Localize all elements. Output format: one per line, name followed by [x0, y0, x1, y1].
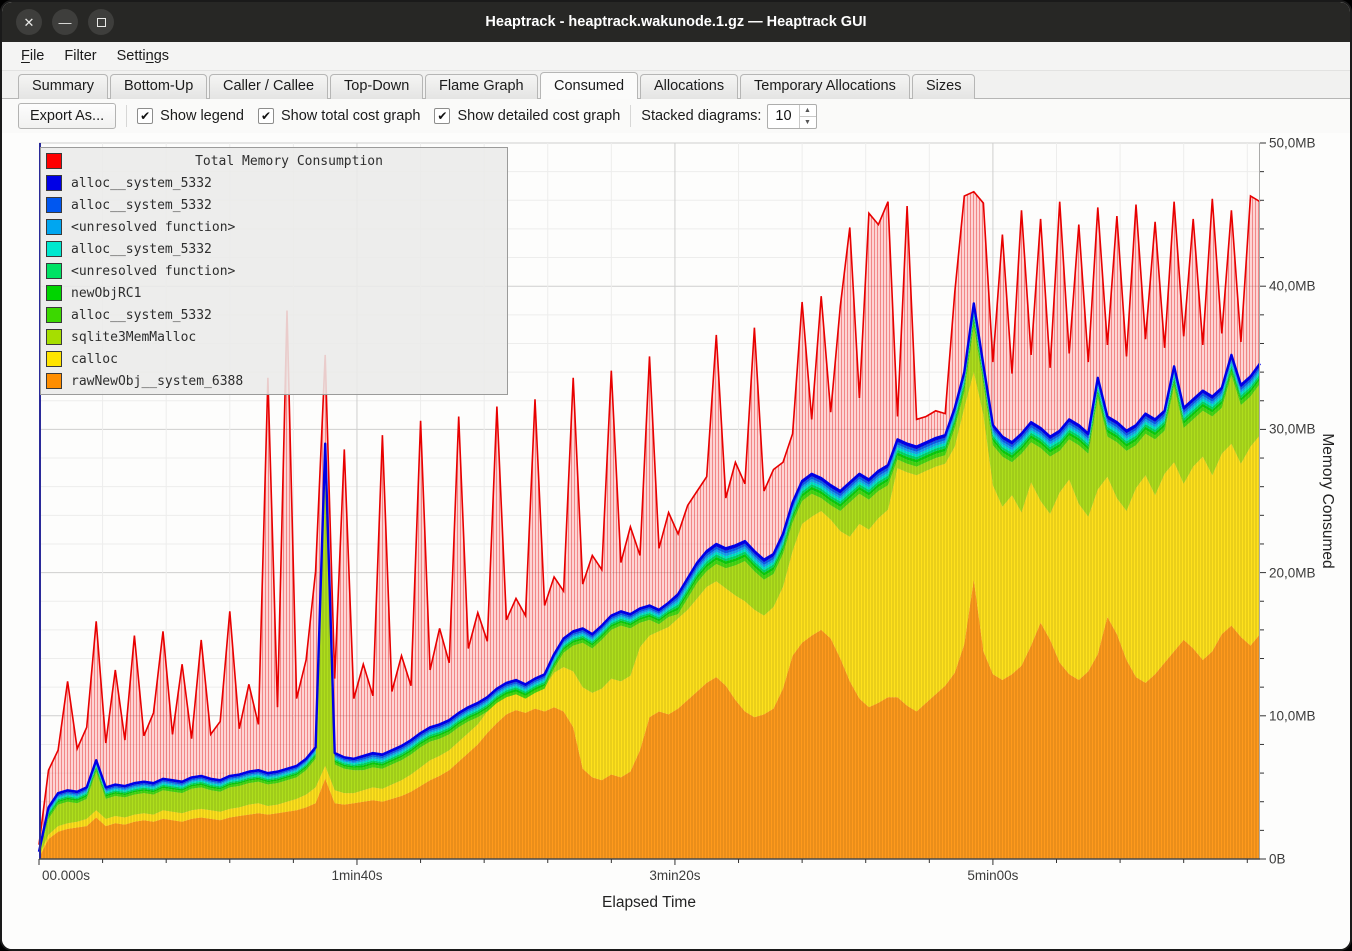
toolbar-separator — [630, 105, 631, 127]
spinner-arrows: ▲ ▼ — [799, 105, 816, 128]
title-bar: ✕ — Heaptrack - heaptrack.wakunode.1.gz … — [2, 2, 1350, 42]
x-axis-title: Elapsed Time — [602, 894, 696, 912]
x-tick-label: 00.000s — [42, 868, 90, 883]
legend-swatch — [46, 285, 62, 301]
legend-label: rawNewObj__system_6388 — [71, 374, 243, 389]
legend-item: newObjRC1 — [41, 282, 507, 304]
memory-consumption-chart: Total Memory Consumption alloc__system_53… — [2, 133, 1352, 951]
legend-swatch — [46, 153, 62, 169]
y-axis-title: Memory Consumed — [1318, 433, 1336, 568]
legend-item: <unresolved function> — [41, 260, 507, 282]
legend-title: Total Memory Consumption — [71, 154, 507, 169]
legend-swatch — [46, 241, 62, 257]
legend-label: newObjRC1 — [71, 286, 141, 301]
legend-item: alloc__system_5332 — [41, 194, 507, 216]
legend-swatch — [46, 219, 62, 235]
y-tick-label: 20,0MB — [1269, 565, 1316, 580]
tab-allocations[interactable]: Allocations — [640, 74, 738, 99]
stacked-diagrams-label: Stacked diagrams: — [641, 108, 761, 124]
legend-label: alloc__system_5332 — [71, 242, 212, 257]
spinner-down-icon[interactable]: ▼ — [800, 117, 816, 128]
minimize-icon[interactable]: — — [52, 9, 78, 35]
legend-label: calloc — [71, 352, 118, 367]
menu-bar: FileFilterSettings — [2, 42, 1350, 71]
tab-top-down[interactable]: Top-Down — [330, 74, 423, 99]
x-tick-label: 1min40s — [331, 868, 382, 883]
checkbox-box[interactable]: ✔ — [434, 108, 450, 124]
x-tick-label: 3min20s — [649, 868, 700, 883]
legend-label: alloc__system_5332 — [71, 308, 212, 323]
y-tick-label: 40,0MB — [1269, 279, 1316, 294]
legend-swatch — [46, 263, 62, 279]
legend-swatch — [46, 197, 62, 213]
legend-swatch — [46, 373, 62, 389]
stacked-diagrams-value[interactable]: 10 — [768, 105, 798, 128]
legend-item: alloc__system_5332 — [41, 304, 507, 326]
legend-label: <unresolved function> — [71, 264, 235, 279]
y-tick-label: 50,0MB — [1269, 136, 1316, 151]
tab-temporary-allocations[interactable]: Temporary Allocations — [740, 74, 910, 99]
window-controls: ✕ — — [16, 9, 114, 35]
legend-item: <unresolved function> — [41, 216, 507, 238]
spinner-up-icon[interactable]: ▲ — [800, 105, 816, 117]
legend-label: alloc__system_5332 — [71, 198, 212, 213]
tab-consumed[interactable]: Consumed — [540, 72, 638, 99]
tab-caller-callee[interactable]: Caller / Callee — [209, 74, 328, 99]
legend-item: alloc__system_5332 — [41, 172, 507, 194]
legend-label: alloc__system_5332 — [71, 176, 212, 191]
legend-swatch — [46, 175, 62, 191]
tab-bottom-up[interactable]: Bottom-Up — [110, 74, 207, 99]
checkbox-label: Show detailed cost graph — [457, 108, 620, 124]
close-icon[interactable]: ✕ — [16, 9, 42, 35]
checkbox-box[interactable]: ✔ — [258, 108, 274, 124]
legend-item: rawNewObj__system_6388 — [41, 370, 507, 392]
y-tick-label: 10,0MB — [1269, 708, 1316, 723]
legend-swatch — [46, 329, 62, 345]
legend-label: sqlite3MemMalloc — [71, 330, 196, 345]
checkbox-show-legend[interactable]: ✔ Show legend — [137, 108, 244, 124]
checkbox-show-total-cost-graph[interactable]: ✔ Show total cost graph — [258, 108, 420, 124]
stacked-diagrams-spinner[interactable]: 10 ▲ ▼ — [767, 104, 816, 129]
checkbox-box[interactable]: ✔ — [137, 108, 153, 124]
tab-flame-graph[interactable]: Flame Graph — [425, 74, 538, 99]
legend-label: <unresolved function> — [71, 220, 235, 235]
checkbox-label: Show total cost graph — [281, 108, 420, 124]
toolbar-separator — [126, 105, 127, 127]
menu-item-filter[interactable]: Filter — [55, 45, 105, 67]
legend-title-row: Total Memory Consumption — [41, 150, 507, 172]
window-title: Heaptrack - heaptrack.wakunode.1.gz — He… — [2, 14, 1350, 30]
x-tick-label: 5min00s — [967, 868, 1018, 883]
export-as-button[interactable]: Export As... — [18, 103, 116, 129]
legend-swatch — [46, 351, 62, 367]
legend-item: sqlite3MemMalloc — [41, 326, 507, 348]
checkbox-show-detailed-cost-graph[interactable]: ✔ Show detailed cost graph — [434, 108, 620, 124]
tab-summary[interactable]: Summary — [18, 74, 108, 99]
y-tick-label: 30,0MB — [1269, 422, 1316, 437]
maximize-icon[interactable] — [88, 9, 114, 35]
toolbar: Export As... ✔ Show legend ✔ Show total cos… — [2, 99, 1350, 133]
legend-item: calloc — [41, 348, 507, 370]
chart-legend: Total Memory Consumption alloc__system_53… — [40, 147, 508, 395]
tab-sizes[interactable]: Sizes — [912, 74, 975, 99]
tab-bar: SummaryBottom-UpCaller / CalleeTop-DownF… — [2, 71, 1350, 99]
menu-item-settings[interactable]: Settings — [108, 45, 178, 67]
menu-item-file[interactable]: File — [12, 45, 53, 67]
legend-item: alloc__system_5332 — [41, 238, 507, 260]
y-tick-label: 0B — [1269, 852, 1286, 867]
app-window: ✕ — Heaptrack - heaptrack.wakunode.1.gz … — [0, 0, 1352, 951]
checkbox-label: Show legend — [160, 108, 244, 124]
legend-swatch — [46, 307, 62, 323]
